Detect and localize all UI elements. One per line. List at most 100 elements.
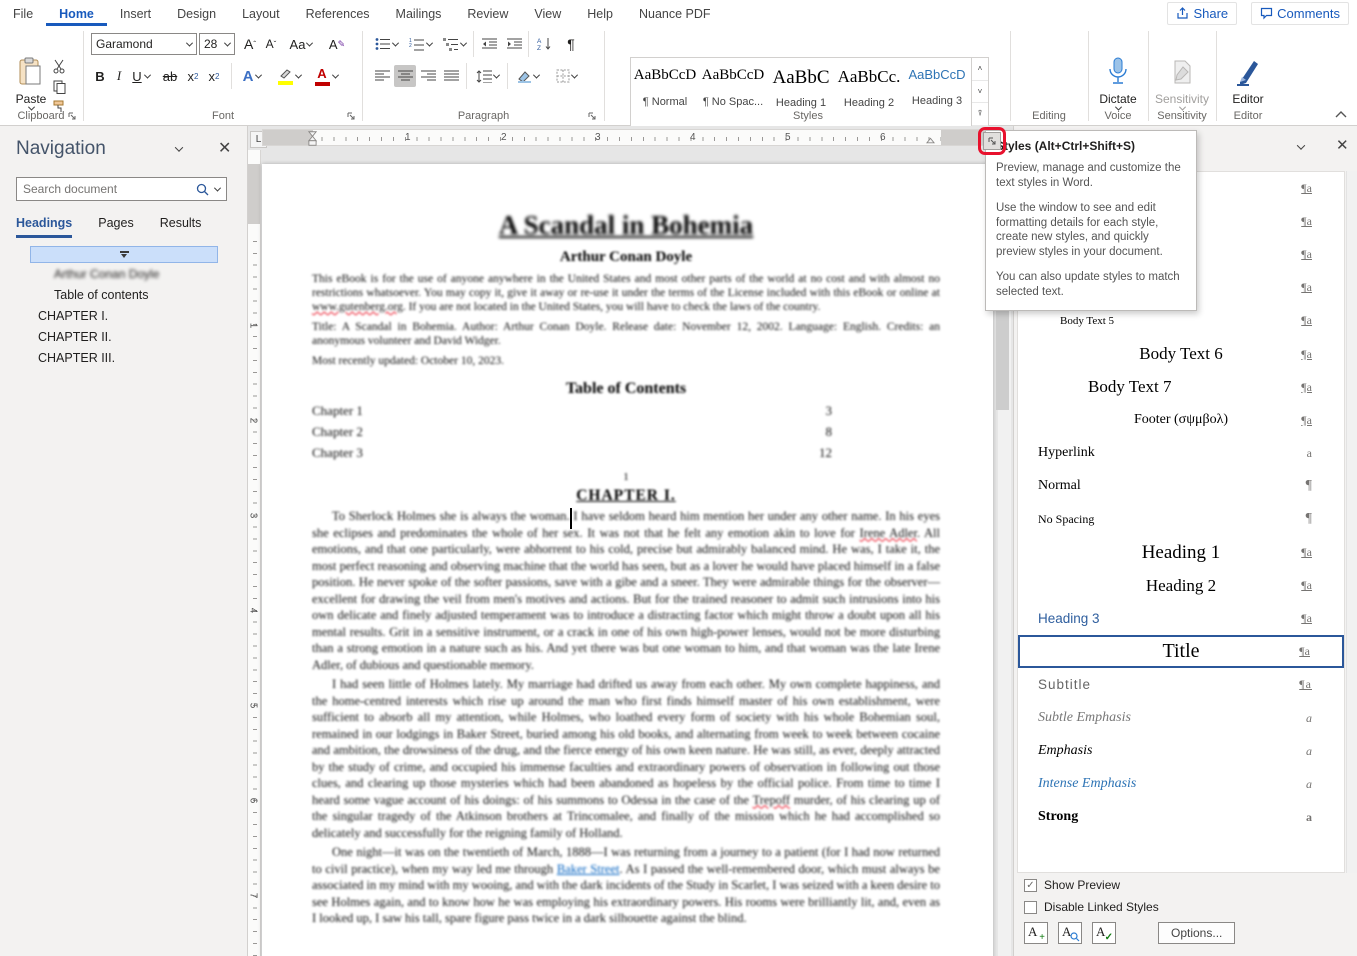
superscript-button[interactable]: x2	[204, 65, 224, 87]
hyperlink-text[interactable]: Baker Street	[557, 862, 620, 876]
bold-button[interactable]: B	[91, 65, 109, 87]
show-preview-checkbox[interactable]: ✓ Show Preview	[1024, 878, 1159, 892]
comments-label: Comments	[1277, 6, 1340, 21]
styles-options-button[interactable]: Options...	[1158, 922, 1235, 944]
search-input[interactable]: Search document	[16, 177, 227, 201]
style-row-strong[interactable]: Stronga	[1018, 801, 1344, 834]
editor-button[interactable]: Editor	[1218, 57, 1278, 106]
style-row-emphasis[interactable]: Emphasisa	[1018, 735, 1344, 768]
font-name-combobox[interactable]: Garamond	[91, 33, 197, 55]
font-color-button[interactable]: A	[311, 65, 341, 87]
tab-references[interactable]: References	[293, 2, 383, 26]
sensitivity-button[interactable]: Sensitivity	[1152, 57, 1212, 111]
search-icon[interactable]	[196, 183, 209, 196]
indent-marker-right[interactable]	[926, 136, 935, 146]
borders-button[interactable]	[549, 65, 583, 87]
style-row-subtitle[interactable]: Subtitle¶a	[1018, 668, 1344, 701]
tab-help[interactable]: Help	[574, 2, 626, 26]
font-size-combobox[interactable]: 28	[199, 33, 235, 55]
navigation-pane-close-icon[interactable]: ✕	[218, 138, 231, 158]
sort-button[interactable]: AZ	[532, 33, 558, 55]
tab-view[interactable]: View	[521, 2, 574, 26]
italic-button[interactable]: I	[111, 65, 127, 87]
nav-tab-pages[interactable]: Pages	[98, 216, 133, 238]
text-effects-button[interactable]: A	[237, 65, 267, 87]
styles-dialog-launcher[interactable]	[983, 132, 1001, 150]
font-dialog-launcher[interactable]	[344, 109, 358, 123]
bullets-button[interactable]	[371, 33, 401, 55]
styles-pane-menu-icon[interactable]	[1297, 141, 1305, 149]
new-style-button[interactable]: A+	[1024, 922, 1048, 944]
vertical-ruler[interactable]: 1 2 3 4 5 6 7	[248, 150, 261, 956]
style-row-title[interactable]: Title¶a	[1018, 635, 1344, 668]
align-left-button[interactable]	[371, 65, 393, 87]
highlight-color-button[interactable]	[273, 65, 305, 87]
clear-formatting-button[interactable]: A✎	[325, 33, 349, 55]
strikethrough-button[interactable]: ab	[159, 65, 181, 87]
tab-file[interactable]: File	[0, 2, 46, 26]
comments-button[interactable]: Comments	[1251, 2, 1349, 25]
tab-home[interactable]: Home	[46, 2, 107, 26]
styles-list-scrollbar[interactable]	[1346, 171, 1357, 873]
nav-heading-chapter3[interactable]: CHAPTER III.	[0, 347, 248, 368]
style-row-hyperlink[interactable]: Hyperlinka	[1018, 437, 1344, 470]
tab-mailings[interactable]: Mailings	[383, 2, 455, 26]
document-page[interactable]: A Scandal in Bohemia Arthur Conan Doyle …	[262, 164, 993, 956]
dictate-button[interactable]: Dictate	[1090, 57, 1146, 111]
style-row-heading-2[interactable]: Heading 2¶a	[1018, 569, 1344, 602]
nav-heading-author[interactable]: Arthur Conan Doyle	[0, 263, 248, 284]
style-inspector-button[interactable]: A	[1058, 922, 1082, 944]
gallery-scroll-down-icon[interactable]: ˅	[972, 81, 988, 104]
numbering-button[interactable]: 12	[405, 33, 435, 55]
styles-pane-close-icon[interactable]: ✕	[1336, 136, 1349, 154]
style-row-normal[interactable]: Normal¶	[1018, 470, 1344, 503]
subscript-button[interactable]: x2	[183, 65, 203, 87]
nav-heading-chapter1[interactable]: CHAPTER I.	[0, 305, 248, 326]
nav-heading-chapter2[interactable]: CHAPTER II.	[0, 326, 248, 347]
paragraph-dialog-launcher[interactable]	[585, 109, 599, 123]
nav-tab-headings[interactable]: Headings	[16, 216, 72, 238]
show-paragraph-marks-button[interactable]: ¶	[561, 33, 581, 55]
style-row-intense-emphasis[interactable]: Intense Emphasisa	[1018, 768, 1344, 801]
share-button[interactable]: Share	[1167, 2, 1237, 25]
manage-styles-button[interactable]: A✓	[1092, 922, 1116, 944]
decrease-indent-button[interactable]	[477, 33, 501, 55]
align-right-button[interactable]	[417, 65, 439, 87]
style-row-body-text-6[interactable]: Body Text 6¶a	[1018, 337, 1344, 370]
collapse-ribbon-icon[interactable]	[1335, 110, 1349, 120]
collapse-heading-icon[interactable]	[120, 251, 129, 258]
style-row-no-spacing[interactable]: No Spacing¶	[1018, 503, 1344, 536]
tab-layout[interactable]: Layout	[229, 2, 293, 26]
tab-review[interactable]: Review	[454, 2, 521, 26]
style-row-heading-1[interactable]: Heading 1¶a	[1018, 536, 1344, 569]
align-center-button[interactable]	[394, 65, 416, 87]
nav-heading-selected[interactable]	[30, 246, 218, 263]
tab-insert[interactable]: Insert	[107, 2, 164, 26]
change-case-button[interactable]: Aa	[287, 33, 315, 55]
line-spacing-button[interactable]	[471, 65, 503, 87]
nav-tab-results[interactable]: Results	[160, 216, 202, 238]
increase-indent-button[interactable]	[502, 33, 526, 55]
disable-linked-styles-checkbox[interactable]: Disable Linked Styles	[1024, 900, 1159, 914]
underline-button[interactable]: U	[128, 65, 154, 87]
style-row-body-text-7[interactable]: Body Text 7¶a	[1018, 371, 1344, 404]
tab-design[interactable]: Design	[164, 2, 229, 26]
tab-nuance-pdf[interactable]: Nuance PDF	[626, 2, 724, 26]
clipboard-dialog-launcher[interactable]	[65, 109, 79, 123]
style-row-heading-3[interactable]: Heading 3¶a	[1018, 602, 1344, 635]
grow-font-button[interactable]: Aˆ	[239, 33, 261, 55]
cut-button[interactable]	[52, 59, 67, 74]
shading-button[interactable]	[512, 65, 544, 87]
search-options-icon[interactable]	[214, 184, 221, 191]
justify-button[interactable]	[440, 65, 462, 87]
horizontal-ruler[interactable]: 1 2 3 4 5 6	[262, 129, 993, 146]
gallery-scroll-up-icon[interactable]: ˄	[972, 58, 988, 81]
style-row-subtle-emphasis[interactable]: Subtle Emphasisa	[1018, 702, 1344, 735]
style-row-footer[interactable]: Footer (σψμβολ)¶a	[1018, 404, 1344, 437]
multilevel-list-button[interactable]	[439, 33, 469, 55]
indent-marker-left[interactable]	[308, 130, 317, 147]
nav-heading-toc[interactable]: Table of contents	[0, 284, 248, 305]
shrink-font-button[interactable]: Aˇ	[261, 33, 281, 55]
navigation-pane-menu-icon[interactable]	[175, 143, 183, 151]
copy-button[interactable]	[52, 79, 67, 94]
